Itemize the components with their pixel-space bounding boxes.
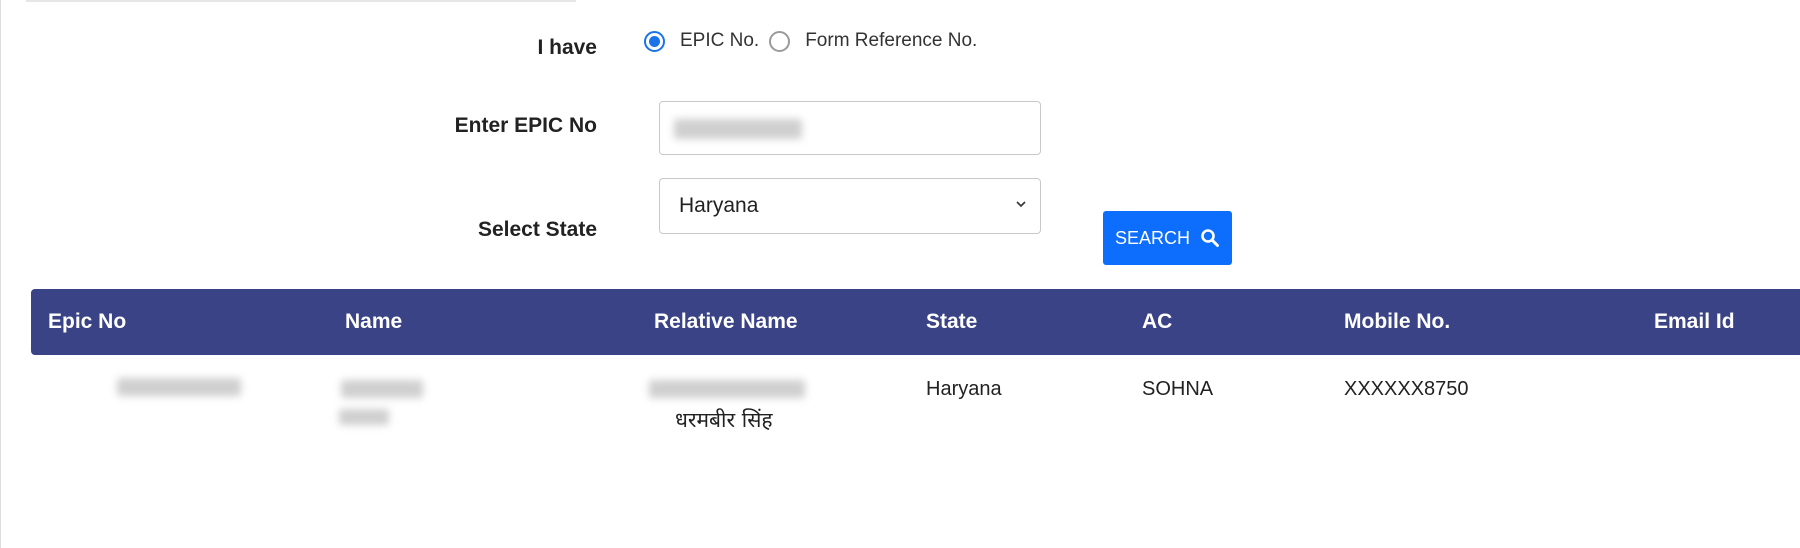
radio-form-reference-label[interactable]: Form Reference No. <box>805 30 977 52</box>
cell-mobile-no: XXXXXX8750 <box>1344 378 1469 400</box>
col-header-name: Name <box>345 310 403 333</box>
col-header-ac: AC <box>1142 310 1173 333</box>
state-label: Select State <box>477 218 597 241</box>
redacted-epic-no <box>117 378 241 396</box>
cell-state: Haryana <box>926 378 1002 400</box>
radio-form-reference[interactable] <box>769 30 791 52</box>
epic-no-input[interactable] <box>659 101 1041 155</box>
epic-no-label: Enter EPIC No <box>454 114 597 137</box>
top-divider <box>26 0 576 2</box>
results-table-header: Epic No Name Relative Name State AC Mobi… <box>31 289 1800 355</box>
id-type-radio-group: EPIC No. Form Reference No. <box>644 30 987 52</box>
search-button-label: SEARCH <box>1114 227 1190 248</box>
radio-epic-no[interactable] <box>644 30 665 52</box>
radio-epic-no-label[interactable]: EPIC No. <box>680 30 759 52</box>
redacted-name-line-1 <box>341 380 423 398</box>
col-header-state: State <box>926 310 978 333</box>
left-border <box>0 0 1 548</box>
relative-name-hindi: धरमबीर सिंह <box>675 408 773 432</box>
col-header-mobile-no: Mobile No. <box>1344 310 1451 333</box>
radio-selected-dot-icon <box>649 35 660 47</box>
redacted-relative-name <box>649 380 805 398</box>
search-icon <box>1201 229 1219 247</box>
chevron-down-icon <box>1016 201 1026 208</box>
col-header-relative-name: Relative Name <box>654 310 798 333</box>
state-select[interactable]: Haryana <box>659 178 1041 234</box>
i-have-label: I have <box>537 36 597 59</box>
page: I have EPIC No. Form Reference No. Enter… <box>0 0 1800 548</box>
redacted-name-line-2 <box>339 409 389 425</box>
redacted-epic-value <box>674 119 802 139</box>
search-button[interactable]: SEARCH <box>1103 211 1232 265</box>
cell-ac: SOHNA <box>1142 378 1214 400</box>
state-select-value: Haryana <box>679 194 759 217</box>
col-header-email-id: Email Id <box>1654 310 1735 333</box>
col-header-epic-no: Epic No <box>48 310 127 333</box>
